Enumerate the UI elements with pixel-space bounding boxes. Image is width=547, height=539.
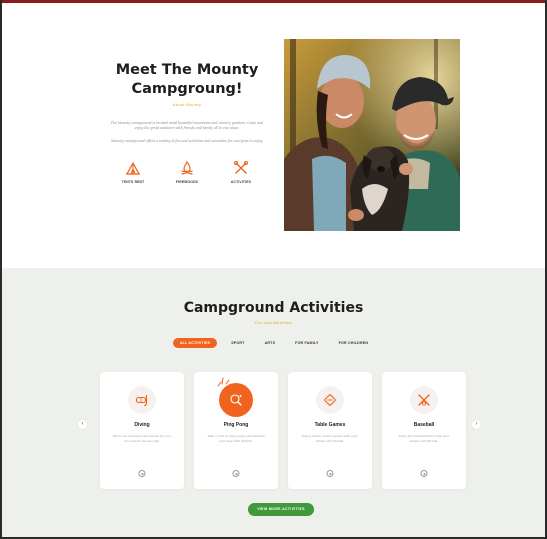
screenshot-frame <box>0 0 547 539</box>
